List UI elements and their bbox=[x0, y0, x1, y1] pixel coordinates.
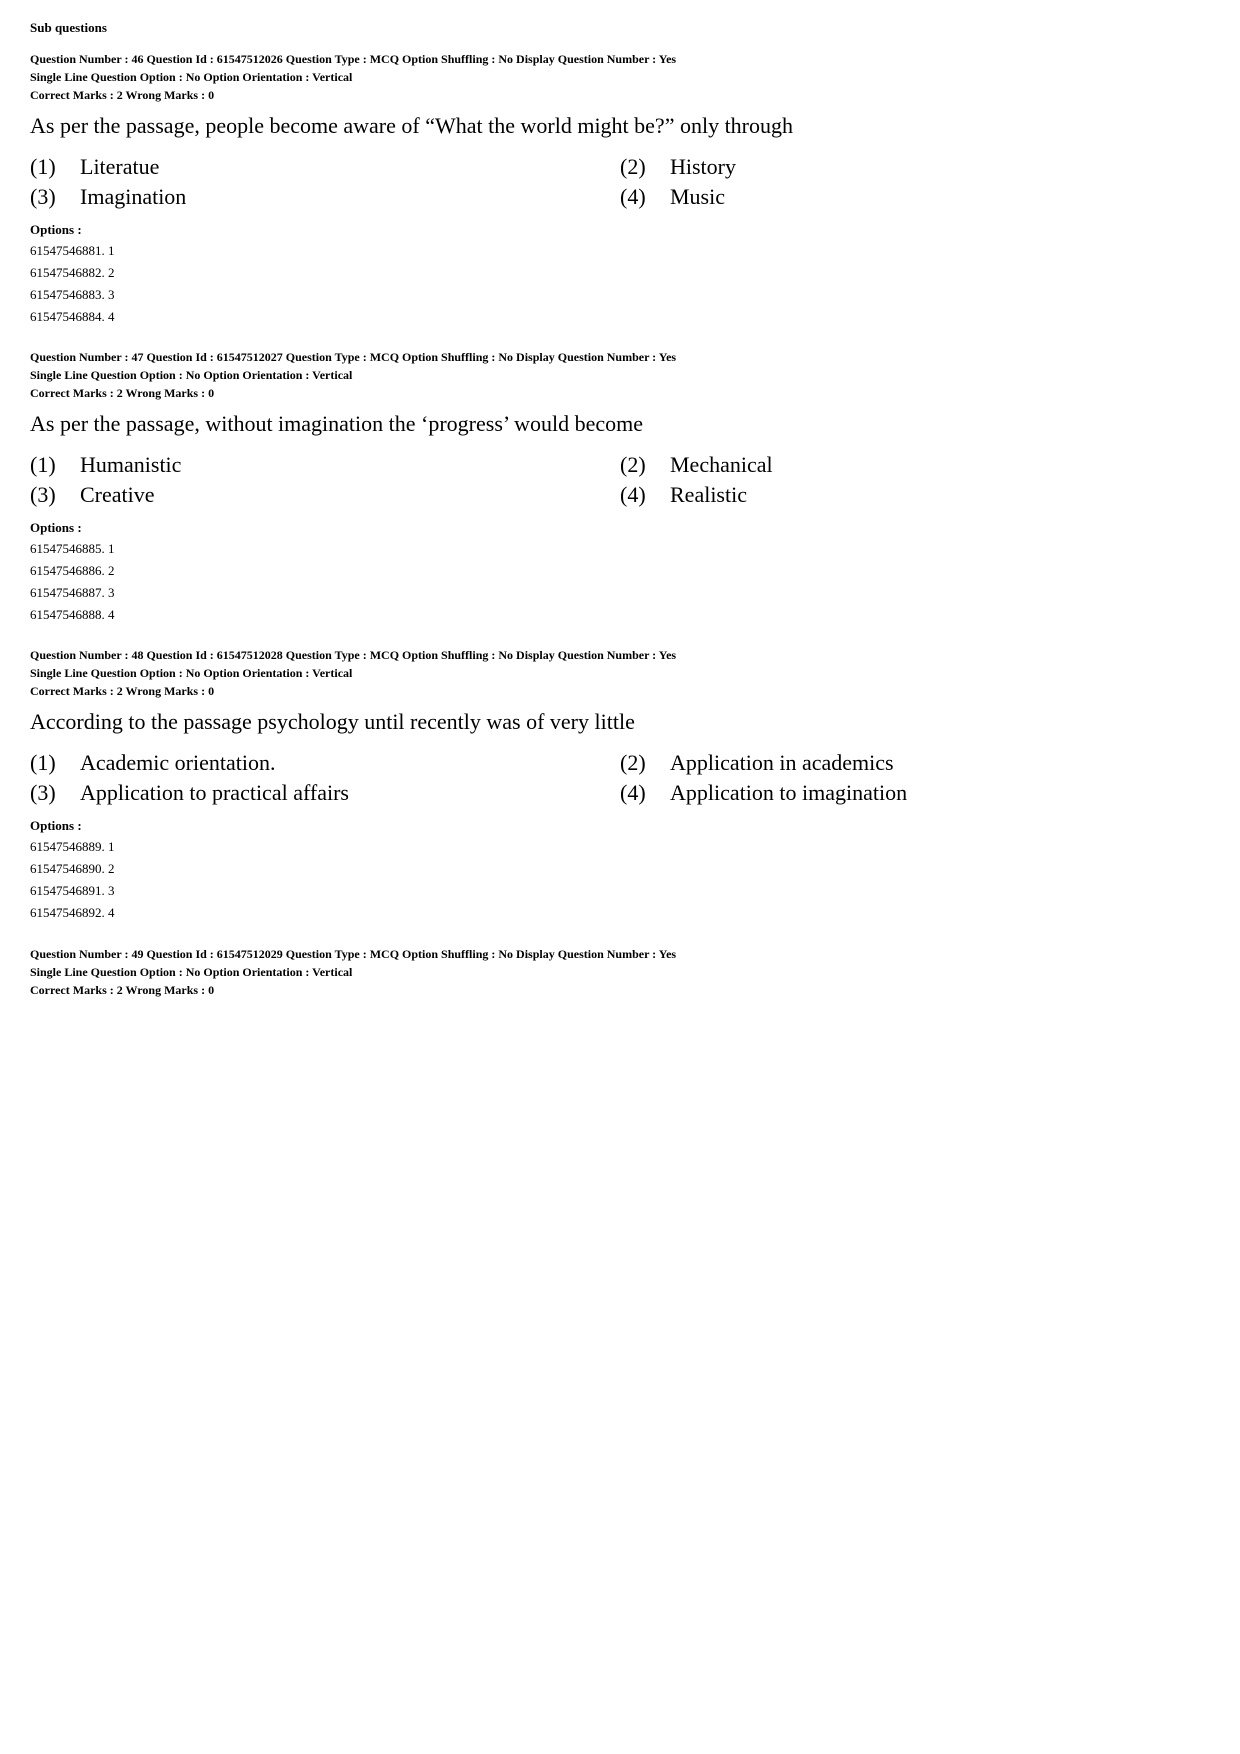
option-text-q46-2: Imagination bbox=[80, 184, 186, 210]
question-meta-q48: Question Number : 48 Question Id : 61547… bbox=[30, 646, 1210, 682]
option-item-q48-1: (2) Application in academics bbox=[620, 750, 1210, 776]
option-num-q48-0: (1) bbox=[30, 750, 60, 776]
option-item-q48-3: (4) Application to imagination bbox=[620, 780, 1210, 806]
question-meta-q46: Question Number : 46 Question Id : 61547… bbox=[30, 50, 1210, 86]
option-num-q48-1: (2) bbox=[620, 750, 650, 776]
option-item-q46-1: (2) History bbox=[620, 154, 1210, 180]
option-ids-q48: 61547546889. 161547546890. 261547546891.… bbox=[30, 836, 1210, 924]
options-label-q46: Options : bbox=[30, 222, 1210, 238]
marks-info-q47: Correct Marks : 2 Wrong Marks : 0 bbox=[30, 386, 1210, 401]
option-text-q47-0: Humanistic bbox=[80, 452, 181, 478]
option-text-q47-3: Realistic bbox=[670, 482, 747, 508]
option-item-q48-0: (1) Academic orientation. bbox=[30, 750, 620, 776]
option-text-q47-2: Creative bbox=[80, 482, 155, 508]
option-num-q47-2: (3) bbox=[30, 482, 60, 508]
option-item-q46-2: (3) Imagination bbox=[30, 184, 620, 210]
marks-info-q48: Correct Marks : 2 Wrong Marks : 0 bbox=[30, 684, 1210, 699]
options-grid-q47: (1) Humanistic (2) Mechanical (3) Creative (4)… bbox=[30, 452, 1210, 508]
option-num-q46-2: (3) bbox=[30, 184, 60, 210]
question-block-q47: Question Number : 47 Question Id : 61547… bbox=[30, 348, 1210, 626]
page-header: Sub questions bbox=[30, 20, 1210, 36]
option-text-q48-3: Application to imagination bbox=[670, 780, 907, 806]
option-num-q47-0: (1) bbox=[30, 452, 60, 478]
option-text-q46-0: Literatue bbox=[80, 154, 159, 180]
option-num-q47-3: (4) bbox=[620, 482, 650, 508]
marks-info-q49: Correct Marks : 2 Wrong Marks : 0 bbox=[30, 983, 1210, 998]
option-item-q46-0: (1) Literatue bbox=[30, 154, 620, 180]
option-text-q48-1: Application in academics bbox=[670, 750, 894, 776]
option-text-q48-0: Academic orientation. bbox=[80, 750, 275, 776]
question-meta-q47: Question Number : 47 Question Id : 61547… bbox=[30, 348, 1210, 384]
option-text-q48-2: Application to practical affairs bbox=[80, 780, 349, 806]
question-meta-q49: Question Number : 49 Question Id : 61547… bbox=[30, 945, 1210, 981]
question-block-q49: Question Number : 49 Question Id : 61547… bbox=[30, 945, 1210, 998]
option-item-q47-2: (3) Creative bbox=[30, 482, 620, 508]
question-text-q46: As per the passage, people become aware … bbox=[30, 111, 1210, 142]
option-num-q48-2: (3) bbox=[30, 780, 60, 806]
option-item-q48-2: (3) Application to practical affairs bbox=[30, 780, 620, 806]
option-ids-q46: 61547546881. 161547546882. 261547546883.… bbox=[30, 240, 1210, 328]
question-text-q48: According to the passage psychology unti… bbox=[30, 707, 1210, 738]
option-item-q47-3: (4) Realistic bbox=[620, 482, 1210, 508]
option-num-q46-1: (2) bbox=[620, 154, 650, 180]
option-text-q47-1: Mechanical bbox=[670, 452, 773, 478]
marks-info-q46: Correct Marks : 2 Wrong Marks : 0 bbox=[30, 88, 1210, 103]
option-text-q46-3: Music bbox=[670, 184, 725, 210]
options-grid-q46: (1) Literatue (2) History (3) Imagination (4) M… bbox=[30, 154, 1210, 210]
option-num-q46-3: (4) bbox=[620, 184, 650, 210]
options-label-q48: Options : bbox=[30, 818, 1210, 834]
option-num-q48-3: (4) bbox=[620, 780, 650, 806]
option-ids-q47: 61547546885. 161547546886. 261547546887.… bbox=[30, 538, 1210, 626]
option-item-q46-3: (4) Music bbox=[620, 184, 1210, 210]
option-num-q46-0: (1) bbox=[30, 154, 60, 180]
question-text-q47: As per the passage, without imagination … bbox=[30, 409, 1210, 440]
option-item-q47-0: (1) Humanistic bbox=[30, 452, 620, 478]
options-label-q47: Options : bbox=[30, 520, 1210, 536]
option-text-q46-1: History bbox=[670, 154, 736, 180]
question-block-q46: Question Number : 46 Question Id : 61547… bbox=[30, 50, 1210, 328]
options-grid-q48: (1) Academic orientation. (2) Application i… bbox=[30, 750, 1210, 806]
question-block-q48: Question Number : 48 Question Id : 61547… bbox=[30, 646, 1210, 924]
option-num-q47-1: (2) bbox=[620, 452, 650, 478]
option-item-q47-1: (2) Mechanical bbox=[620, 452, 1210, 478]
